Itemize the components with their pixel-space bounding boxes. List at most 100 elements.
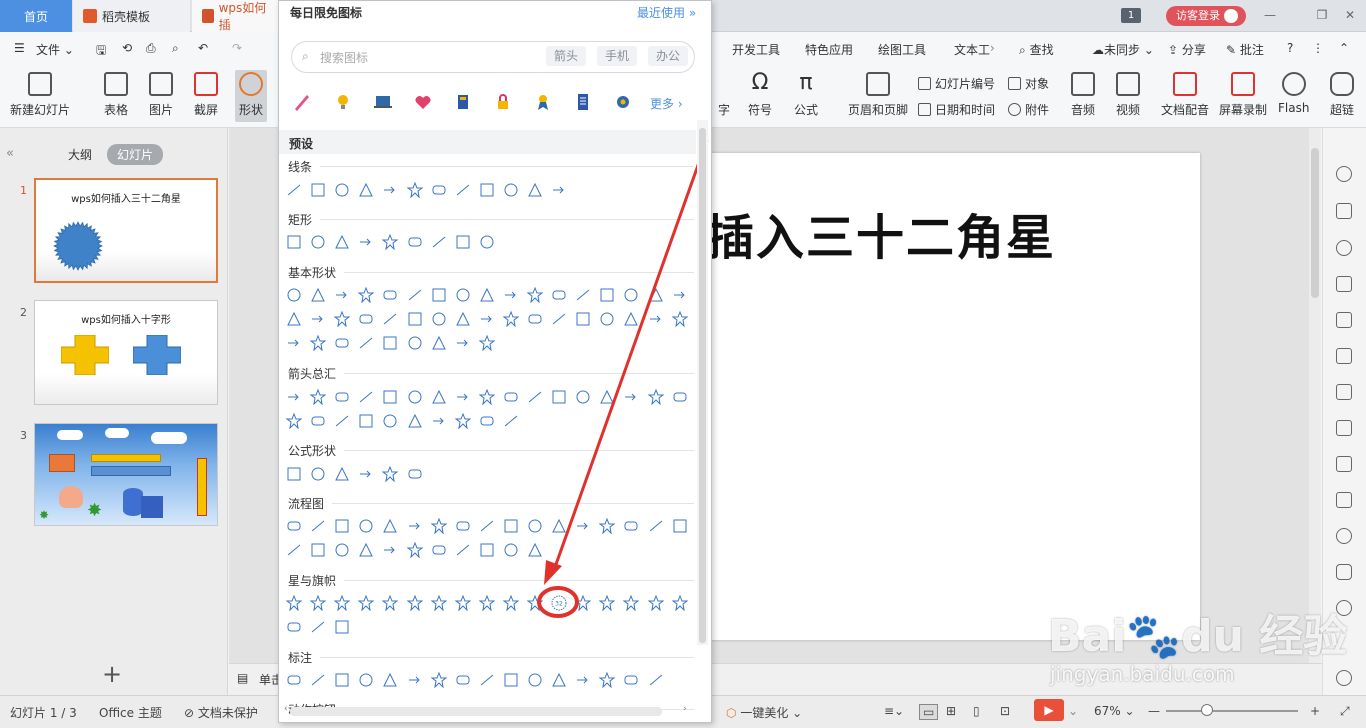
menu-more-chevron-icon[interactable]: › [990, 41, 995, 55]
shape-item[interactable] [503, 413, 519, 429]
new-slide-button[interactable]: 新建幻灯片 [10, 72, 70, 118]
shape-item[interactable] [648, 518, 664, 534]
shape-item[interactable] [407, 672, 423, 688]
shape-item[interactable] [310, 182, 326, 198]
shape-item[interactable] [431, 234, 447, 250]
shape-item[interactable] [551, 311, 567, 327]
tab-daoke-template[interactable]: 稻壳模板 [73, 0, 190, 32]
shape-item[interactable] [647, 389, 664, 405]
collapse-pane-icon[interactable]: « [6, 146, 14, 161]
shape-item[interactable] [406, 542, 423, 558]
sync-button[interactable]: ☁未同步 ⌄ [1092, 41, 1154, 58]
shape-item[interactable] [431, 311, 447, 327]
shape-item[interactable] [503, 389, 519, 405]
shape-item[interactable] [455, 389, 471, 405]
theme-name[interactable]: Office 主题 [99, 704, 162, 721]
shape-item[interactable] [358, 672, 374, 688]
shape-item[interactable] [623, 518, 639, 534]
shape-item[interactable] [527, 182, 543, 198]
shape-item[interactable] [551, 518, 567, 534]
shape-item[interactable] [455, 672, 471, 688]
shape-item[interactable] [599, 287, 615, 303]
shape-item[interactable] [286, 182, 302, 198]
shape-item[interactable] [575, 311, 591, 327]
menu-developer-tools[interactable]: 开发工具 [732, 41, 780, 58]
shape-item[interactable] [406, 595, 423, 611]
shape-item[interactable] [551, 287, 567, 303]
book-icon[interactable] [453, 92, 473, 112]
document-icon[interactable] [573, 92, 593, 112]
search-chip-phone[interactable]: 手机 [597, 46, 638, 66]
shape-item[interactable] [382, 518, 398, 534]
shape-item[interactable] [310, 287, 326, 303]
shape-item[interactable] [334, 672, 350, 688]
panel-scroll-thumb[interactable] [699, 128, 706, 643]
copy-slide-icon[interactable] [1336, 203, 1352, 219]
shape-item[interactable] [382, 234, 399, 250]
shape-item[interactable] [502, 311, 519, 327]
beautify-button[interactable]: ⬡ 一键美化 ⌄ [726, 704, 802, 721]
shape-item[interactable] [527, 672, 543, 688]
shape-item[interactable] [431, 287, 447, 303]
shape-item[interactable] [382, 182, 398, 198]
shape-item[interactable] [479, 234, 495, 250]
redo-icon[interactable]: ↷ [232, 41, 242, 55]
protect-status[interactable]: ⊘ 文档未保护 [184, 704, 258, 721]
shape-item[interactable] [430, 672, 447, 688]
shape-item[interactable] [334, 287, 350, 303]
shape-item[interactable] [334, 466, 350, 482]
audio-button[interactable]: 音频 [1071, 72, 1095, 118]
shape-item[interactable] [431, 335, 447, 351]
login-button[interactable]: 访客登录 [1166, 6, 1246, 26]
shape-item[interactable] [599, 311, 615, 327]
shape-item[interactable] [382, 595, 399, 611]
shape-item[interactable] [358, 311, 374, 327]
slide-thumbnail-3[interactable]: ✸ ✸ [34, 423, 218, 526]
shape-item[interactable] [551, 182, 567, 198]
shape-item[interactable] [286, 619, 302, 635]
shape-item[interactable] [382, 542, 398, 558]
flash-button[interactable]: Flash [1278, 72, 1309, 115]
shape-item[interactable] [334, 595, 351, 611]
menu-text-tools[interactable]: 文本工 [954, 41, 990, 58]
zoom-in-icon[interactable]: + [1310, 704, 1320, 718]
shape-item[interactable] [310, 619, 326, 635]
shape-item[interactable] [286, 672, 302, 688]
share-button[interactable]: ⇪ 分享 [1168, 41, 1206, 58]
shape-item[interactable] [407, 234, 423, 250]
shape-item[interactable] [407, 413, 423, 429]
menu-special-apps[interactable]: 特色应用 [805, 41, 853, 58]
shape-item[interactable] [286, 335, 302, 351]
wordart-button[interactable]: 字 [712, 72, 736, 118]
shape-item[interactable] [479, 182, 495, 198]
shape-item[interactable] [455, 335, 471, 351]
shape-item[interactable] [575, 595, 592, 611]
shape-item[interactable] [455, 182, 471, 198]
shape-item[interactable] [671, 595, 688, 611]
screenshot-button[interactable]: 截屏 [194, 72, 218, 118]
shape-item[interactable] [502, 595, 519, 611]
shape-item[interactable] [479, 672, 495, 688]
shape-item[interactable] [503, 518, 519, 534]
screen-record-button[interactable]: 屏幕录制 [1219, 72, 1267, 118]
shape-item[interactable] [599, 672, 616, 688]
symbol-button[interactable]: Ω 符号 [748, 72, 772, 118]
narration-button[interactable]: 文档配音 [1161, 72, 1209, 118]
lock-icon[interactable] [493, 92, 513, 112]
hyperlink-button[interactable]: 超链 [1330, 72, 1354, 118]
lightbulb-icon[interactable] [333, 92, 353, 112]
table-button[interactable]: 表格 [104, 72, 128, 118]
hamburger-icon[interactable]: ☰ [14, 41, 25, 55]
sorter-view-icon[interactable]: ⊞ [946, 704, 956, 718]
shape-item[interactable] [286, 595, 302, 611]
shape-item[interactable] [407, 518, 423, 534]
shape-item[interactable] [479, 542, 495, 558]
shape-item[interactable] [648, 287, 664, 303]
shapes-pane-icon[interactable] [1336, 240, 1352, 256]
slide-number-button[interactable]: 幻灯片编号 [918, 75, 995, 92]
recent-used-link[interactable]: 最近使用 » [637, 4, 696, 21]
tab-outline[interactable]: 大纲 [68, 146, 92, 163]
panel-horizontal-scrollbar[interactable] [290, 707, 662, 716]
shape-item[interactable] [503, 542, 519, 558]
scroll-left-icon[interactable]: ‹ [284, 704, 288, 714]
